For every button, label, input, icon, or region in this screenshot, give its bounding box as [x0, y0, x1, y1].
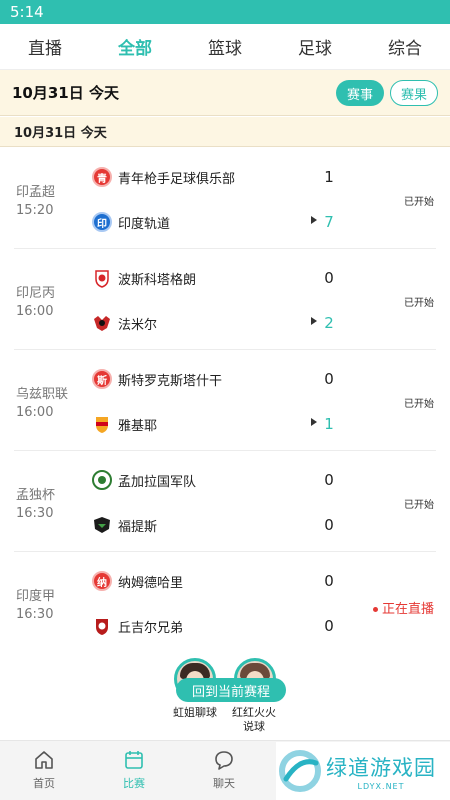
away-team: 雅基耶 — [92, 413, 157, 435]
match-status: 已开始 — [404, 197, 434, 208]
match-list: 印孟超 15:20 青 青年枪手足球俱乐部 印 印度轨道 1 7 已开始 印尼丙… — [0, 148, 450, 653]
watermark-logo-icon — [279, 750, 321, 792]
match-row[interactable]: 乌兹职联 16:00 斯 斯特罗克斯塔什干 雅基耶 0 1 已开始 — [0, 350, 450, 451]
team-logo-icon: 纳 — [92, 571, 112, 591]
nav-chat[interactable]: 聊天 — [194, 749, 254, 791]
match-status: 正在直播 — [372, 598, 434, 617]
away-team-name: 印度轨道 — [118, 216, 171, 232]
away-team: 丘吉尔兄弟 — [92, 615, 183, 637]
anchor-name: 红红火火 说球 — [232, 706, 276, 733]
home-icon — [35, 751, 53, 769]
match-time: 16:30 — [16, 607, 54, 622]
watermark-title: 绿道游戏园 — [326, 755, 436, 780]
league-name: 印尼丙 — [16, 286, 56, 301]
tab-live[interactable]: 直播 — [0, 34, 90, 59]
tab-general[interactable]: 综合 — [360, 34, 450, 59]
league-name: 乌兹职联 — [16, 387, 69, 402]
away-team: 福提斯 — [92, 514, 157, 536]
date-bar: 10月31日 今天 赛事 赛果 — [0, 70, 450, 116]
match-row[interactable]: 印度甲 16:30 纳 纳姆德哈里 丘吉尔兄弟 0 0 正在直播 — [0, 552, 450, 653]
team-logo-icon: 青 — [92, 167, 112, 187]
nav-matches-label: 比赛 — [123, 777, 145, 790]
team-logo-icon — [92, 616, 112, 636]
live-status-label: 正在直播 — [381, 602, 434, 617]
back-to-current-button[interactable]: 回到当前赛程 — [176, 678, 286, 702]
team-logo-icon — [92, 470, 112, 490]
away-score: 0 — [324, 617, 334, 635]
home-team-name: 纳姆德哈里 — [118, 575, 184, 591]
nav-chat-label: 聊天 — [213, 777, 235, 790]
status-time: 5:14 — [10, 3, 44, 21]
team-logo-icon — [92, 268, 112, 288]
team-logo-icon — [92, 414, 112, 434]
league-name: 印度甲 — [16, 589, 56, 604]
team-logo-icon — [92, 515, 112, 535]
status-bar: 5:14 — [0, 0, 450, 24]
live-dot-icon — [372, 607, 378, 612]
away-score: 7 — [324, 213, 334, 231]
calendar-icon — [125, 751, 143, 769]
match-time: 15:20 — [16, 203, 54, 218]
away-score: 2 — [324, 314, 334, 332]
watermark-subtitle: LDYX.NET — [357, 781, 405, 791]
live-anchor-panel: 回到当前赛程 虹姐聊球 红红火火 说球 — [170, 658, 290, 738]
away-team-name: 丘吉尔兄弟 — [118, 620, 184, 636]
day-section-date: 10月31日 今天 — [14, 126, 107, 141]
league-name: 孟独杯 — [16, 488, 56, 503]
match-time: 16:00 — [16, 405, 54, 420]
match-status: 已开始 — [404, 500, 434, 511]
nav-home-label: 首页 — [33, 777, 55, 790]
home-score: 0 — [324, 572, 334, 590]
play-icon — [311, 216, 317, 224]
home-team: 孟加拉国军队 — [92, 469, 196, 491]
match-status: 已开始 — [404, 399, 434, 410]
day-section-header: 10月31日 今天 — [0, 117, 450, 147]
away-team: 法米尔 — [92, 312, 157, 334]
away-team-name: 法米尔 — [118, 317, 158, 333]
home-team-name: 孟加拉国军队 — [118, 474, 197, 490]
home-team: 青 青年枪手足球俱乐部 — [92, 166, 235, 188]
home-team: 纳 纳姆德哈里 — [92, 570, 183, 592]
home-team-name: 波斯科塔格朗 — [118, 272, 197, 288]
nav-home[interactable]: 首页 — [14, 749, 74, 791]
home-team-name: 青年枪手足球俱乐部 — [118, 171, 236, 187]
anchor-name: 虹姐聊球 — [173, 706, 217, 719]
away-team: 印 印度轨道 — [92, 211, 170, 233]
home-team: 波斯科塔格朗 — [92, 267, 196, 289]
away-score: 1 — [324, 415, 334, 433]
tab-basketball[interactable]: 篮球 — [180, 34, 270, 59]
match-status: 已开始 — [404, 298, 434, 309]
category-tabs: 直播 全部 篮球 足球 综合 — [0, 24, 450, 70]
site-watermark: 绿道游戏园 LDYX.NET — [276, 742, 450, 800]
tab-football[interactable]: 足球 — [270, 34, 360, 59]
home-team-name: 斯特罗克斯塔什干 — [118, 373, 223, 389]
match-time: 16:00 — [16, 304, 54, 319]
home-score: 0 — [324, 269, 334, 287]
home-team: 斯 斯特罗克斯塔什干 — [92, 368, 222, 390]
team-logo-icon: 印 — [92, 212, 112, 232]
date-bar-title: 10月31日 今天 — [12, 84, 119, 102]
league-name: 印孟超 — [16, 185, 56, 200]
team-logo-icon: 斯 — [92, 369, 112, 389]
nav-matches[interactable]: 比赛 — [104, 749, 164, 791]
watermark-text: 绿道游戏园 LDYX.NET — [326, 752, 436, 791]
match-row[interactable]: 印孟超 15:20 青 青年枪手足球俱乐部 印 印度轨道 1 7 已开始 — [0, 148, 450, 249]
away-team-name: 福提斯 — [118, 519, 158, 535]
away-team-name: 雅基耶 — [118, 418, 158, 434]
home-score: 0 — [324, 471, 334, 489]
away-score: 0 — [324, 516, 334, 534]
match-row[interactable]: 印尼丙 16:00 波斯科塔格朗 法米尔 0 2 已开始 — [0, 249, 450, 350]
team-logo-icon — [92, 313, 112, 333]
chat-bubble-icon — [215, 751, 233, 770]
events-button[interactable]: 赛事 — [336, 80, 384, 106]
results-button[interactable]: 赛果 — [390, 80, 438, 106]
tab-all[interactable]: 全部 — [90, 34, 180, 59]
play-icon — [311, 418, 317, 426]
play-icon — [311, 317, 317, 325]
home-score: 1 — [324, 168, 334, 186]
home-score: 0 — [324, 370, 334, 388]
match-time: 16:30 — [16, 506, 54, 521]
match-row[interactable]: 孟独杯 16:30 孟加拉国军队 福提斯 0 0 已开始 — [0, 451, 450, 552]
